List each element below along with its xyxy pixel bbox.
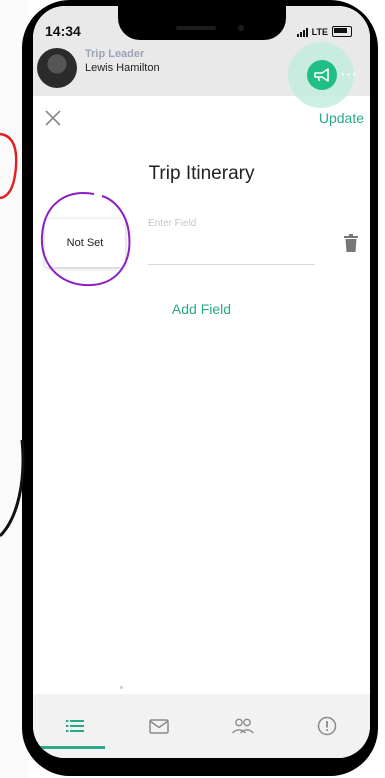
bottom-tab-bar <box>33 694 370 758</box>
network-label: LTE <box>311 26 328 37</box>
tab-alerts[interactable] <box>285 694 369 758</box>
date-picker-button[interactable]: Not Set <box>45 219 125 267</box>
close-icon[interactable] <box>43 108 63 128</box>
mail-icon <box>149 718 169 734</box>
notch <box>118 6 286 40</box>
trash-icon[interactable] <box>344 234 358 252</box>
list-icon <box>66 720 84 732</box>
tab-messages[interactable] <box>117 694 201 758</box>
status-indicators: LTE <box>296 26 352 37</box>
update-button[interactable]: Update <box>319 110 364 126</box>
field-placeholder-label: Enter Field <box>148 218 197 229</box>
avatar <box>37 48 77 88</box>
people-icon <box>232 718 254 734</box>
tab-members[interactable] <box>201 694 285 758</box>
battery-icon <box>332 26 352 37</box>
trip-leader-name: Lewis Hamilton <box>85 62 160 74</box>
itinerary-field-input[interactable] <box>148 232 315 265</box>
page-title: Trip Itinerary <box>148 163 255 184</box>
alert-icon <box>317 716 337 736</box>
trip-leader-role: Trip Leader <box>85 48 145 60</box>
signal-icon <box>296 27 308 37</box>
more-icon[interactable]: ··· <box>341 66 358 82</box>
date-value: Not Set <box>66 237 104 249</box>
megaphone-icon <box>314 68 329 82</box>
phone-screen: 14:34 LTE Trip Leader Lewis Hamilton ···… <box>33 6 370 758</box>
add-field-button[interactable]: Add Field <box>33 301 370 317</box>
active-tab-indicator <box>35 746 105 749</box>
status-time: 14:34 <box>45 23 81 39</box>
announcement-button[interactable] <box>307 60 337 90</box>
